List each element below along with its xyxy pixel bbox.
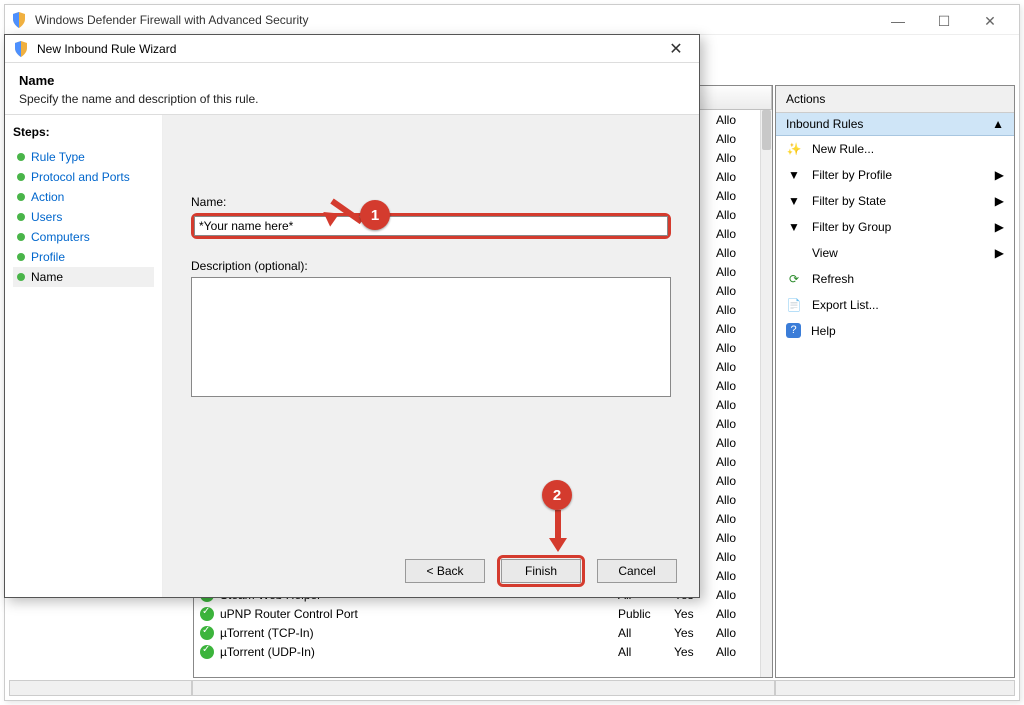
action-filter-profile[interactable]: ▼ Filter by Profile ▶ — [776, 162, 1014, 188]
export-icon: 📄 — [786, 297, 802, 313]
bullet-icon — [17, 253, 25, 261]
wizard-content: Name: Description (optional): < Back Fin… — [163, 115, 699, 597]
bullet-icon — [17, 173, 25, 181]
name-field-highlight — [191, 213, 671, 239]
actions-header: Actions — [776, 86, 1014, 113]
wizard-dialog: New Inbound Rule Wizard ✕ Name Specify t… — [4, 34, 700, 598]
bottom-scrollbar[interactable] — [9, 680, 1015, 696]
wizard-titlebar: New Inbound Rule Wizard ✕ — [5, 35, 699, 63]
action-filter-group[interactable]: ▼ Filter by Group ▶ — [776, 214, 1014, 240]
actions-pane: Actions Inbound Rules ▲ ✨ New Rule... ▼ … — [775, 85, 1015, 678]
description-label: Description (optional): — [191, 259, 671, 273]
actions-section-inbound[interactable]: Inbound Rules ▲ — [776, 113, 1014, 136]
bottom-scroll-seg-right[interactable] — [775, 680, 1015, 696]
step-rule-type[interactable]: Rule Type — [13, 147, 154, 167]
rules-scrollbar[interactable] — [760, 110, 772, 677]
annotation-arrow-2 — [548, 510, 568, 554]
action-refresh[interactable]: ⟳ Refresh — [776, 266, 1014, 292]
filter-icon: ▼ — [786, 167, 802, 183]
allow-icon — [200, 626, 214, 640]
maximize-button[interactable]: ☐ — [921, 5, 967, 35]
wizard-subheading: Specify the name and description of this… — [19, 92, 685, 106]
steps-label: Steps: — [13, 125, 154, 139]
name-label: Name: — [191, 195, 671, 209]
allow-icon — [200, 645, 214, 659]
actions-section-label: Inbound Rules — [786, 117, 863, 131]
bullet-icon — [17, 213, 25, 221]
step-name[interactable]: Name — [13, 267, 154, 287]
annotation-badge-1: 1 — [360, 200, 390, 230]
annotation-badge-2: 2 — [542, 480, 572, 510]
name-input[interactable] — [194, 216, 668, 236]
bullet-icon — [17, 273, 25, 281]
wizard-title: New Inbound Rule Wizard — [37, 42, 661, 56]
cancel-button[interactable]: Cancel — [597, 559, 677, 583]
filter-icon: ▼ — [786, 193, 802, 209]
wizard-header: Name Specify the name and description of… — [5, 63, 699, 115]
step-profile[interactable]: Profile — [13, 247, 154, 267]
table-row[interactable]: uPNP Router Control PortPublicYesAllo — [194, 604, 760, 623]
bottom-scroll-seg-left[interactable] — [9, 680, 192, 696]
action-new-rule[interactable]: ✨ New Rule... — [776, 136, 1014, 162]
step-computers[interactable]: Computers — [13, 227, 154, 247]
action-export[interactable]: 📄 Export List... — [776, 292, 1014, 318]
blank-icon — [786, 245, 802, 261]
wizard-heading: Name — [19, 73, 685, 88]
finish-button-highlight: Finish — [497, 555, 585, 587]
submenu-arrow-icon: ▶ — [995, 220, 1004, 234]
step-action[interactable]: Action — [13, 187, 154, 207]
bottom-scroll-seg-mid[interactable] — [192, 680, 775, 696]
minimize-button[interactable]: — — [875, 5, 921, 35]
main-titlebar: Windows Defender Firewall with Advanced … — [5, 5, 1019, 35]
action-help[interactable]: ? Help — [776, 318, 1014, 343]
filter-icon: ▼ — [786, 219, 802, 235]
close-button[interactable]: ✕ — [967, 5, 1013, 35]
bullet-icon — [17, 153, 25, 161]
submenu-arrow-icon: ▶ — [995, 168, 1004, 182]
new-rule-icon: ✨ — [786, 141, 802, 157]
step-protocol-ports[interactable]: Protocol and Ports — [13, 167, 154, 187]
action-filter-state[interactable]: ▼ Filter by State ▶ — [776, 188, 1014, 214]
wizard-steps-panel: Steps: Rule Type Protocol and Ports Acti… — [5, 115, 163, 597]
table-row[interactable]: µTorrent (UDP-In)AllYesAllo — [194, 642, 760, 661]
submenu-arrow-icon: ▶ — [995, 194, 1004, 208]
scrollbar-thumb[interactable] — [762, 110, 771, 150]
refresh-icon: ⟳ — [786, 271, 802, 287]
main-title: Windows Defender Firewall with Advanced … — [35, 13, 875, 27]
collapse-icon[interactable]: ▲ — [992, 117, 1004, 131]
action-view[interactable]: View ▶ — [776, 240, 1014, 266]
shield-icon — [13, 41, 29, 57]
shield-icon — [11, 12, 27, 28]
bullet-icon — [17, 233, 25, 241]
finish-button[interactable]: Finish — [501, 559, 581, 583]
step-users[interactable]: Users — [13, 207, 154, 227]
table-row[interactable]: µTorrent (TCP-In)AllYesAllo — [194, 623, 760, 642]
description-input[interactable] — [191, 277, 671, 397]
bullet-icon — [17, 193, 25, 201]
wizard-close-button[interactable]: ✕ — [661, 39, 691, 59]
back-button[interactable]: < Back — [405, 559, 485, 583]
help-icon: ? — [786, 323, 801, 338]
allow-icon — [200, 607, 214, 621]
submenu-arrow-icon: ▶ — [995, 246, 1004, 260]
